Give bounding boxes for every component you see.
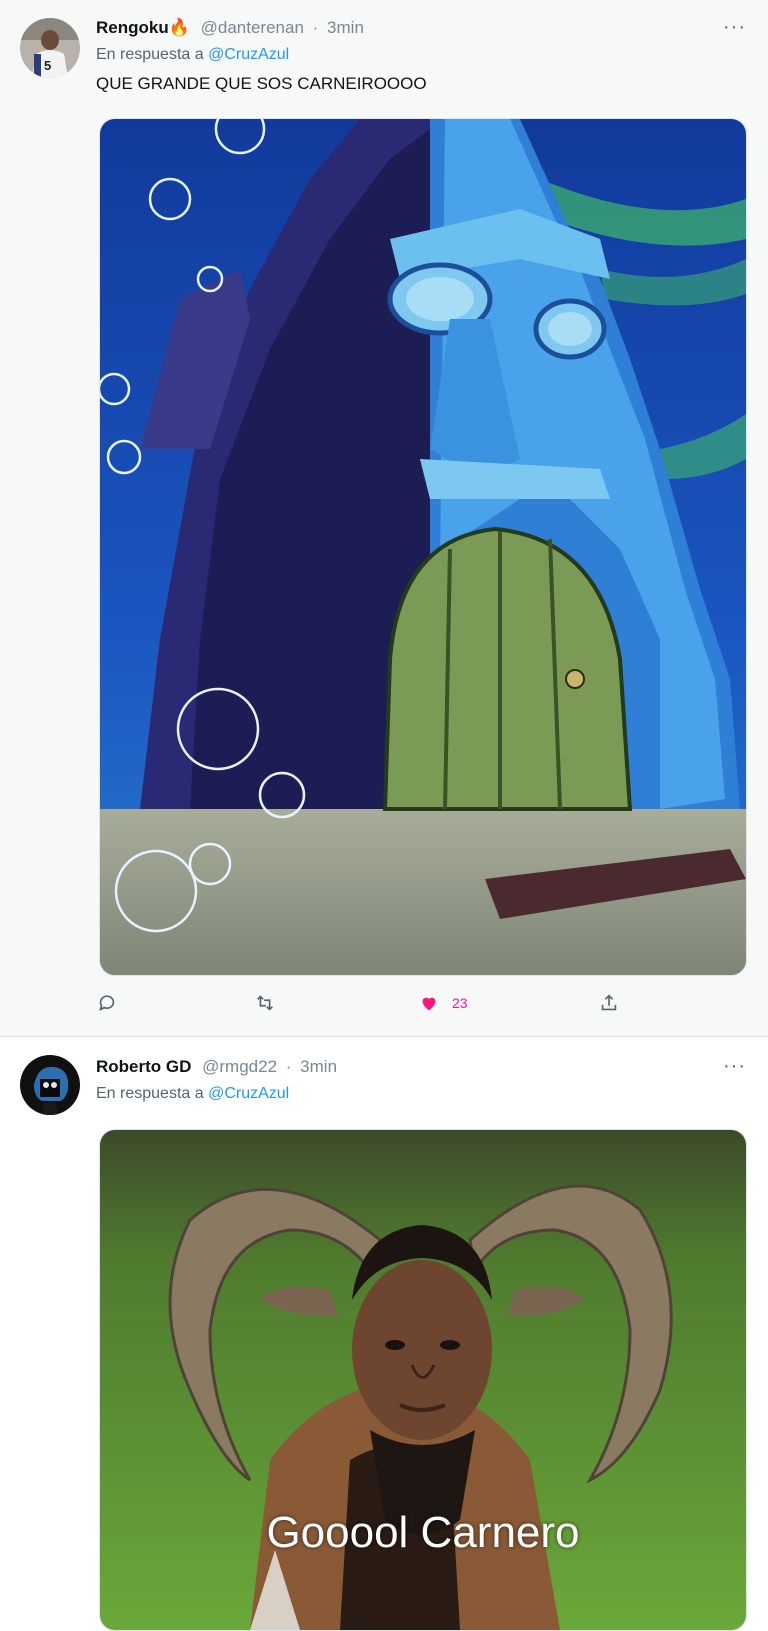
reply-mention-link[interactable]: @CruzAzul bbox=[208, 46, 289, 63]
reply-icon bbox=[99, 995, 115, 1011]
tweet-roberto[interactable]: Roberto GD @rmgd22 · 3min ··· En respues… bbox=[0, 1037, 768, 1631]
svg-text:5: 5 bbox=[44, 58, 51, 73]
reply-button[interactable] bbox=[96, 992, 130, 1014]
tweet-header: Roberto GD @rmgd22 · 3min bbox=[96, 1057, 337, 1077]
like-button[interactable]: 23 bbox=[418, 992, 468, 1014]
display-name[interactable]: Roberto GD bbox=[96, 1057, 191, 1076]
more-options-icon[interactable]: ··· bbox=[723, 1055, 746, 1078]
dot-separator: · bbox=[312, 18, 319, 37]
dot-separator: · bbox=[285, 1057, 292, 1076]
squidward-house-image-icon bbox=[100, 119, 746, 975]
user-handle[interactable]: @rmgd22 bbox=[202, 1057, 277, 1076]
reply-context: En respuesta a @CruzAzul bbox=[96, 1085, 289, 1103]
retweet-button[interactable] bbox=[254, 992, 288, 1014]
avatar[interactable] bbox=[20, 1055, 80, 1115]
like-count: 23 bbox=[452, 995, 468, 1011]
more-options-icon[interactable]: ··· bbox=[723, 16, 746, 39]
share-icon bbox=[601, 994, 617, 1011]
reply-context: En respuesta a @CruzAzul bbox=[96, 46, 289, 64]
user-handle[interactable]: @danterenan bbox=[201, 18, 304, 37]
user-avatar-icon: 5 bbox=[20, 18, 80, 78]
user-avatar-icon bbox=[20, 1055, 80, 1115]
meme-caption: Gooool Carnero bbox=[266, 1508, 580, 1557]
timestamp[interactable]: 3min bbox=[327, 18, 364, 37]
tweet-header: Rengoku🔥 @danterenan · 3min bbox=[96, 18, 364, 38]
reply-label: En respuesta a bbox=[96, 46, 204, 63]
avatar[interactable]: 5 bbox=[20, 18, 80, 78]
reply-label: En respuesta a bbox=[96, 1085, 204, 1102]
reply-mention-link[interactable]: @CruzAzul bbox=[208, 1085, 289, 1102]
heart-icon bbox=[422, 997, 436, 1011]
retweet-icon bbox=[257, 995, 273, 1011]
display-name[interactable]: Rengoku🔥 bbox=[96, 18, 190, 37]
timestamp[interactable]: 3min bbox=[300, 1057, 337, 1076]
tweet-actions: 23 bbox=[96, 992, 656, 1022]
share-button[interactable] bbox=[598, 992, 632, 1014]
tweet-text: QUE GRANDE QUE SOS CARNEIROOOO bbox=[96, 74, 427, 93]
tweet-image[interactable] bbox=[99, 118, 747, 976]
tweet-rengoku[interactable]: 5 Rengoku🔥 @danterenan · 3min ··· En res… bbox=[0, 0, 768, 1037]
tweet-image[interactable]: Gooool Carnero bbox=[99, 1129, 747, 1631]
